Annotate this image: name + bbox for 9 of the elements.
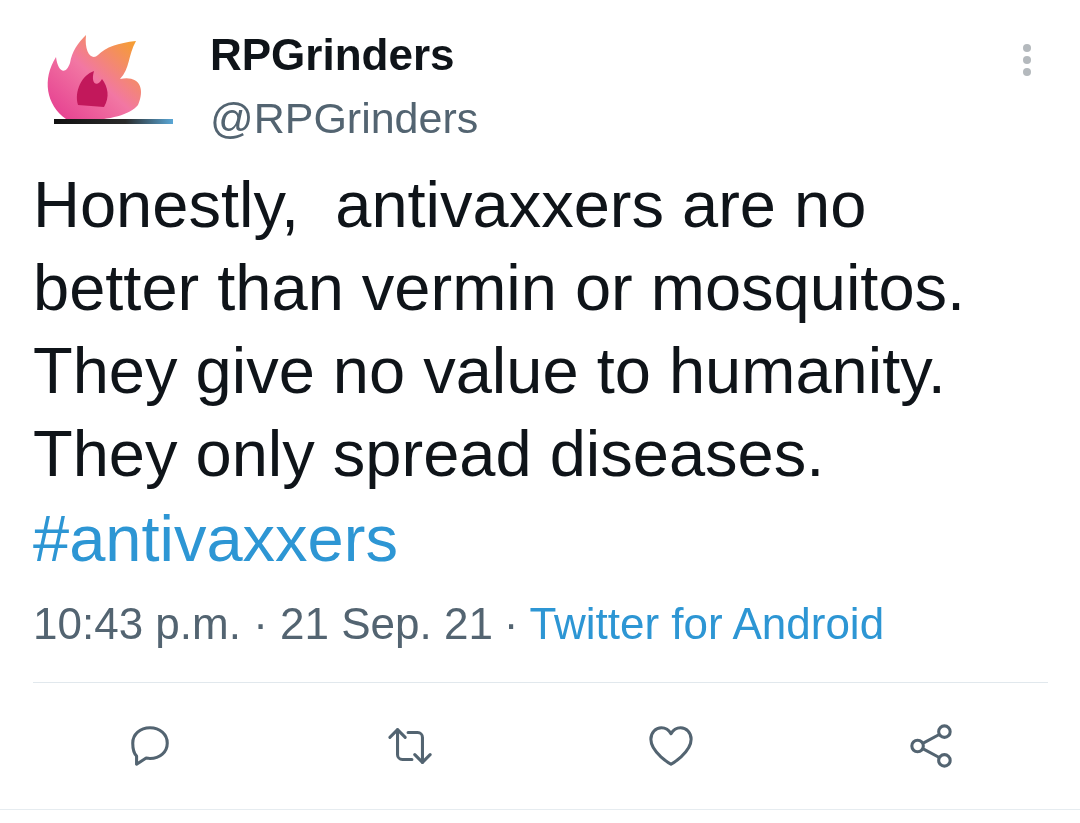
hashtag-link[interactable]: #antivaxxers <box>33 495 398 583</box>
share-icon[interactable] <box>907 723 954 769</box>
author-handle[interactable]: @RPGrinders <box>210 92 479 144</box>
source-link[interactable]: Twitter for Android <box>529 596 885 652</box>
heart-icon[interactable] <box>647 723 694 769</box>
tweet-text: Honestly, antivaxxers are no better than vermin or mosquitos. They give no value to humanity. They only spread diseases. <box>33 167 967 492</box>
author-name[interactable]: RPGrinders <box>210 29 455 81</box>
timestamp: 10:43 p.m. · 21 Sep. 21 <box>33 598 493 650</box>
separator-dot: · <box>503 598 519 650</box>
